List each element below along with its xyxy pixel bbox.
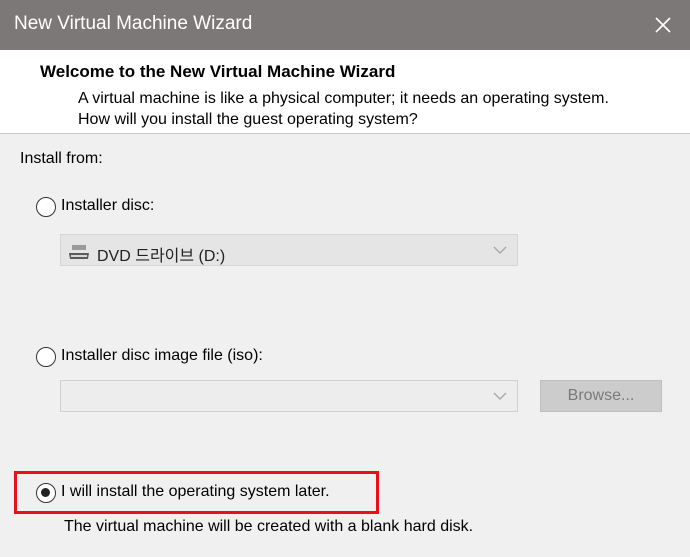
iso-path-dropdown[interactable] <box>60 380 518 412</box>
title-bar: New Virtual Machine Wizard <box>0 0 690 50</box>
header-description: A virtual machine is like a physical com… <box>78 90 609 128</box>
close-button[interactable] <box>636 0 690 50</box>
window-title: New Virtual Machine Wizard <box>14 13 253 34</box>
header-title: Welcome to the New Virtual Machine Wizar… <box>40 62 396 81</box>
installer-disc-radio[interactable] <box>36 197 56 217</box>
close-icon <box>655 17 671 33</box>
iso-image-label[interactable]: Installer disc image file (iso): <box>61 347 263 365</box>
disc-drive-dropdown[interactable]: DVD 드라이브 (D:) <box>60 234 518 266</box>
install-later-radio[interactable] <box>36 483 56 503</box>
disc-drive-value: DVD 드라이브 (D:) <box>97 248 226 265</box>
install-later-label[interactable]: I will install the operating system late… <box>61 483 330 501</box>
installer-disc-label[interactable]: Installer disc: <box>61 197 154 215</box>
install-later-note: The virtual machine will be created with… <box>64 518 474 535</box>
dvd-drive-icon <box>69 245 89 259</box>
radio-selected-dot <box>41 488 50 497</box>
iso-image-radio[interactable] <box>36 347 56 367</box>
browse-button[interactable]: Browse... <box>540 380 662 412</box>
wizard-header: Welcome to the New Virtual Machine Wizar… <box>0 50 690 134</box>
install-from-label: Install from: <box>20 150 103 167</box>
chevron-down-icon <box>493 246 507 254</box>
chevron-down-icon <box>493 392 507 400</box>
